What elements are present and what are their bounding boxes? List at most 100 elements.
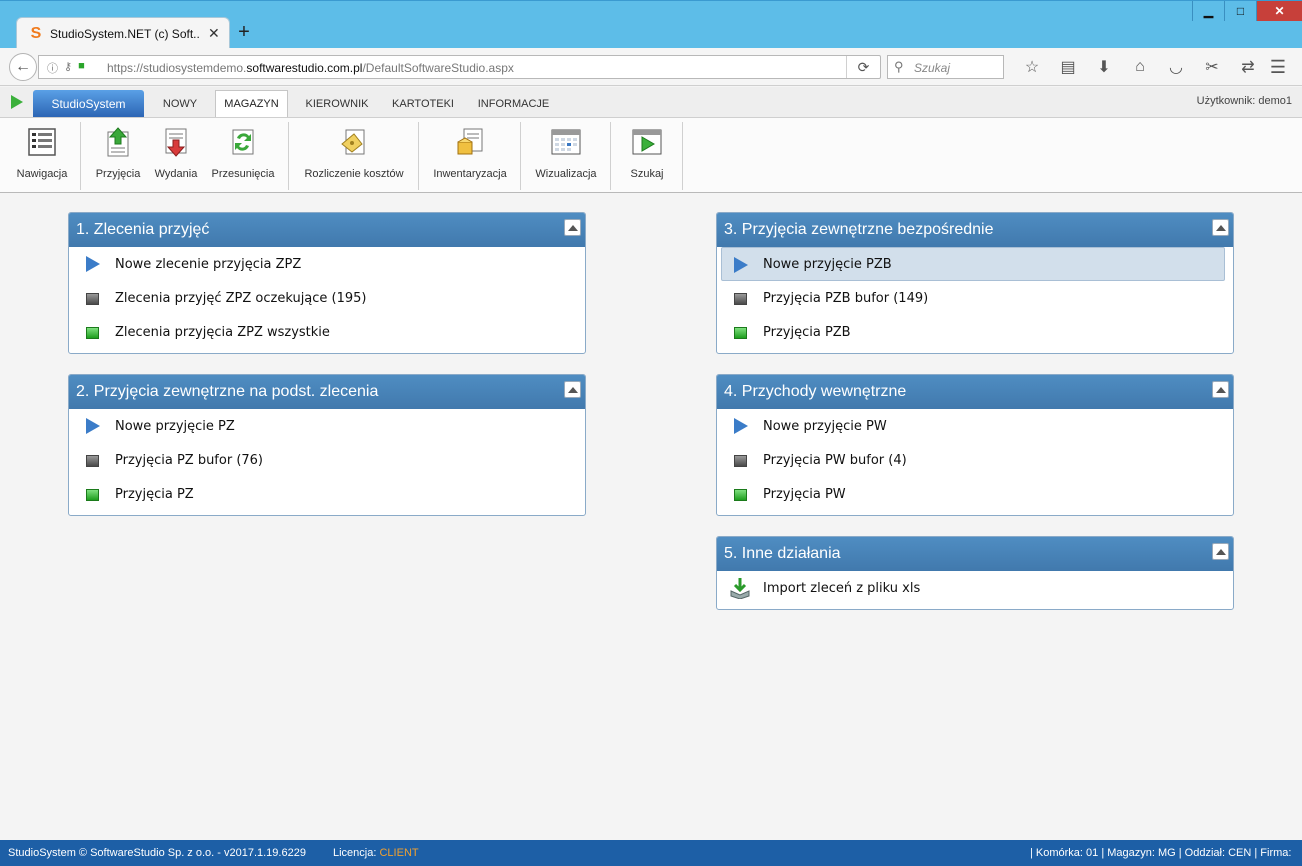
list-item[interactable]: Nowe przyjęcie PZB [721,247,1225,281]
ribbon-toolbar: Nawigacja Przyjęcia Wydania Przesunięcia [0,117,1302,193]
search-input[interactable]: ⚲ Szukaj [887,55,1004,79]
ribbon-separator [610,122,611,190]
collapse-icon[interactable] [1212,543,1229,560]
item-label: Nowe przyjęcie PZB [763,256,892,272]
sync-arrows-icon[interactable]: ⇄ [1230,57,1266,77]
green-square-icon [86,327,99,339]
list-item[interactable]: Przyjęcia PW bufor (4) [717,443,1233,477]
inventory-icon [457,128,483,155]
new-tab-icon[interactable]: + [234,21,254,43]
list-item[interactable]: Nowe zlecenie przyjęcia ZPZ [69,247,585,281]
gray-square-icon [86,293,99,305]
window-controls: ▁ □ ✕ [1192,1,1302,21]
tab-close-icon[interactable]: ✕ [208,25,220,42]
license-label: Licencja: [333,847,377,859]
back-icon[interactable]: ← [9,53,37,81]
scissors-icon[interactable]: ✂ [1194,57,1230,77]
wydania-button[interactable]: Wydania [150,124,202,188]
ribbon-separator [520,122,521,190]
wizualizacja-label: Wizualizacja [535,168,597,180]
play-arrow-icon [86,418,100,434]
list-item[interactable]: Przyjęcia PZB bufor (149) [717,281,1233,315]
navigation-list-icon [28,128,56,156]
szukaj-button[interactable]: Szukaj [622,124,672,188]
bookmark-star-icon[interactable]: ☆ [1014,57,1050,77]
key-icon[interactable]: ⚷ [64,60,72,76]
hamburger-menu-icon[interactable]: ☰ [1266,57,1290,77]
download-icon[interactable]: ⬇ [1086,57,1122,77]
collapse-icon[interactable] [564,381,581,398]
tab-kierownik[interactable]: KIEROWNIK [296,90,378,117]
calendar-grid-icon [551,129,581,155]
list-item[interactable]: Przyjęcia PZ bufor (76) [69,443,585,477]
browser-navbar: ← ⓘ ⚷ ■ https://studiosystemdemo.softwar… [0,48,1302,86]
url-text[interactable]: https://studiosystemdemo.softwarestudio.… [107,61,514,75]
footer-copyright: StudioSystem © SoftwareStudio Sp. z o.o.… [8,847,306,859]
item-label: Przyjęcia PZ bufor (76) [115,452,264,468]
list-item[interactable]: Przyjęcia PZ [69,477,585,511]
gray-square-icon [734,293,747,305]
item-label: Nowe przyjęcie PZ [115,418,235,434]
ribbon-separator [418,122,419,190]
home-icon[interactable]: ⌂ [1122,57,1158,77]
browser-tab[interactable]: S StudioSystem.NET (c) Soft... ✕ [16,17,230,49]
panel-title: 4. Przychody wewnętrzne [724,383,907,400]
list-item[interactable]: Nowe przyjęcie PW [717,409,1233,443]
document-refresh-icon [232,129,254,155]
item-label: Zlecenia przyjęcia ZPZ wszystkie [115,324,330,340]
list-item[interactable]: Przyjęcia PZB [717,315,1233,349]
wydania-label: Wydania [154,168,198,180]
browser-titlebar: S StudioSystem.NET (c) Soft... ✕ + ▁ □ ✕ [0,0,1302,49]
collapse-icon[interactable] [1212,381,1229,398]
browser-tab-title: StudioSystem.NET (c) Soft... [50,26,200,41]
info-icon[interactable]: ⓘ [47,60,58,76]
minimize-icon[interactable]: ▁ [1192,1,1224,21]
reading-list-icon[interactable]: ▤ [1050,57,1086,77]
panel-header: 3. Przyjęcia zewnętrzne bezpośrednie [717,213,1233,247]
wizualizacja-button[interactable]: Wizualizacja [530,124,602,188]
przyjecia-button[interactable]: Przyjęcia [92,124,144,188]
rozliczenie-kosztow-button[interactable]: Rozliczenie kosztów [298,124,410,188]
footer-license: Licencja: CLIENT [333,847,419,859]
panel-title: 1. Zlecenia przyjęć [76,221,210,238]
import-download-icon [730,578,750,599]
gray-square-icon [734,455,747,467]
list-item[interactable]: Import zleceń z pliku xls [717,571,1233,605]
item-label: Przyjęcia PZ [115,486,194,502]
list-item[interactable]: Zlecenia przyjęć ZPZ oczekujące (195) [69,281,585,315]
tab-studiosystem[interactable]: StudioSystem [33,90,144,117]
maximize-icon[interactable]: □ [1224,1,1256,21]
collapse-icon[interactable] [1212,219,1229,236]
green-square-icon [734,489,747,501]
tab-nowy[interactable]: NOWY [150,90,210,117]
list-item[interactable]: Nowe przyjęcie PZ [69,409,585,443]
tab-magazyn[interactable]: MAGAZYN [215,90,288,117]
panel-przyjecia-bezposrednie: 3. Przyjęcia zewnętrzne bezpośrednie Now… [716,212,1234,354]
document-arrow-down-icon [165,128,187,157]
panel-header: 4. Przychody wewnętrzne [717,375,1233,409]
window-close-icon[interactable]: ✕ [1256,1,1302,21]
list-item[interactable]: Zlecenia przyjęcia ZPZ wszystkie [69,315,585,349]
play-icon[interactable] [11,95,23,109]
status-footer: StudioSystem © SoftwareStudio Sp. z o.o.… [0,840,1302,866]
item-label: Przyjęcia PW [763,486,846,502]
panel-przyjecia-na-podst-zlecenia: 2. Przyjęcia zewnętrzne na podst. zlecen… [68,374,586,516]
gray-square-icon [86,455,99,467]
reload-icon[interactable]: ⟳ [846,56,880,78]
tab-kartoteki[interactable]: KARTOTEKI [386,90,460,117]
panel-title: 5. Inne działania [724,545,841,562]
collapse-icon[interactable] [564,219,581,236]
url-bar[interactable]: ⓘ ⚷ ■ https://studiosystemdemo.softwares… [38,55,881,79]
lock-icon[interactable]: ■ [78,60,85,76]
license-value: CLIENT [379,847,419,859]
przesuniecia-button[interactable]: Przesunięcia [208,124,278,188]
inwentaryzacja-button[interactable]: Inwentaryzacja [428,124,512,188]
play-arrow-icon [86,256,100,272]
list-item[interactable]: Przyjęcia PW [717,477,1233,511]
nawigacja-button[interactable]: Nawigacja [10,124,74,188]
tab-informacje[interactable]: INFORMACJE [470,90,557,117]
document-arrow-up-icon [107,127,129,157]
pocket-icon[interactable]: ◡ [1158,57,1194,77]
panel-przychody-wewnetrzne: 4. Przychody wewnętrzne Nowe przyjęcie P… [716,374,1234,516]
rozliczenie-label: Rozliczenie kosztów [304,168,404,180]
